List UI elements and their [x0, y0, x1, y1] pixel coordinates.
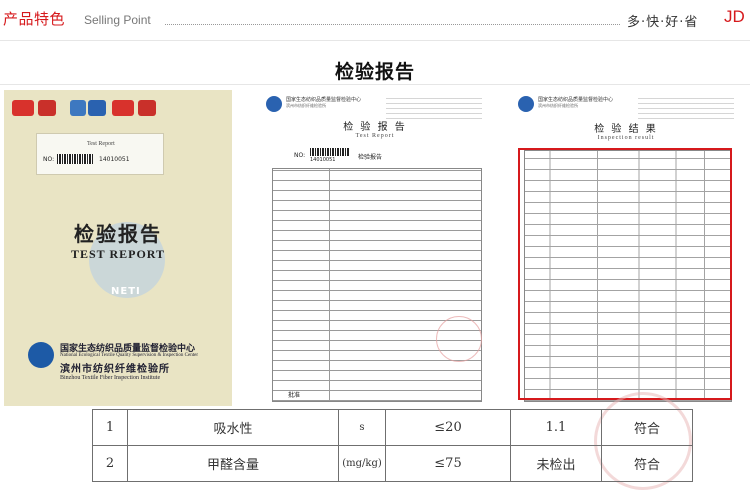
result-page-image[interactable]: 国家生态纺织品质量监督检验中心 滨州市纺织纤维检验所 检 验 结 果 Inspe… [510, 90, 742, 406]
neti-logo-icon [266, 96, 282, 112]
barcode-icon [57, 154, 93, 164]
report-page-title: 检 验 报 告 [343, 122, 407, 133]
results-table: 1 吸水性 s ≤20 1.1 符合 2 甲醛含量 (mg/kg) ≤75 未检… [92, 409, 693, 482]
report-label: Test Report NO: 14010051 [36, 133, 164, 175]
ilac-mark-icon [70, 100, 86, 116]
org-name-english: National Ecological Textile Quality Supe… [60, 353, 198, 358]
report-sample-label: 检验报告 [358, 154, 383, 161]
neti-logo-icon [28, 342, 54, 368]
cal-mark-icon [38, 100, 56, 116]
page-header: 产品特色 Selling Point 多·快·好·省 JD [0, 0, 750, 40]
label-title: Test Report [87, 141, 115, 147]
report-no-label: NO: [294, 152, 306, 159]
jd-logo[interactable]: JD [724, 7, 745, 27]
booklet-title: 检验报告 [74, 222, 162, 246]
report-no-value: 14010051 [310, 157, 336, 163]
result-page-subtitle: Inspection result [597, 135, 655, 141]
cal-mark-icon [138, 100, 156, 116]
approve-label: 批准 [288, 392, 301, 399]
header-rule [0, 40, 750, 41]
letterhead-address [638, 95, 734, 119]
report-booklet-image[interactable]: Test Report NO: 14010051 NETI 检验报告 TEST … [4, 90, 232, 406]
watermark-text: NETI [111, 286, 141, 297]
cma-mark-icon [12, 100, 34, 116]
letterhead-branch: 滨州市纺织纤维检验所 [538, 103, 578, 108]
result: 未检出 [510, 445, 602, 482]
table-row: 2 甲醛含量 (mg/kg) ≤75 未检出 符合 [92, 445, 693, 482]
unit: (mg/kg) [338, 445, 386, 482]
neti-logo-icon [518, 96, 534, 112]
row-number: 1 [92, 409, 128, 446]
result: 1.1 [510, 409, 602, 446]
report-info-table [272, 168, 482, 402]
store-slogan: 多·快·好·省 [627, 15, 699, 30]
dotted-divider [165, 24, 620, 25]
report-page-subtitle: Test Report [355, 133, 395, 139]
label-no: NO: [43, 156, 55, 163]
branch-name: 滨州市纺织纤维检验所 [60, 364, 170, 375]
test-item: 吸水性 [127, 409, 339, 446]
verdict: 符合 [601, 445, 693, 482]
cnas-mark-icon [88, 100, 106, 116]
official-seal-icon [436, 316, 482, 362]
section-title: 检验报告 [334, 61, 415, 83]
unit: s [338, 409, 386, 446]
label-no-value: 14010051 [99, 156, 130, 163]
letterhead-org: 国家生态纺织品质量监督检验中心 [538, 97, 614, 103]
test-item: 甲醛含量 [127, 445, 339, 482]
letterhead-branch: 滨州市纺织纤维检验所 [286, 103, 326, 108]
verdict: 符合 [601, 409, 693, 446]
result-highlight-frame [518, 148, 732, 400]
standard: ≤20 [385, 409, 511, 446]
branch-name-english: Binzhou Textile Fiber Inspection Institu… [60, 375, 161, 381]
table-row: 1 吸水性 s ≤20 1.1 符合 [92, 409, 693, 446]
standard: ≤75 [385, 445, 511, 482]
booklet-title-english: TEST REPORT [70, 247, 166, 261]
letterhead-address [386, 95, 482, 119]
cma-mark-icon [112, 100, 134, 116]
section-tag: 产品特色 [3, 10, 66, 28]
barcode-icon [310, 148, 350, 156]
row-number: 2 [92, 445, 128, 482]
section-rule [0, 84, 750, 85]
result-page-title: 检 验 结 果 [594, 124, 658, 135]
letterhead-org: 国家生态纺织品质量监督检验中心 [286, 97, 362, 103]
report-page-image[interactable]: 国家生态纺织品质量监督检验中心 滨州市纺织纤维检验所 检 验 报 告 Test … [258, 90, 492, 406]
section-tag-english: Selling Point [84, 13, 151, 27]
